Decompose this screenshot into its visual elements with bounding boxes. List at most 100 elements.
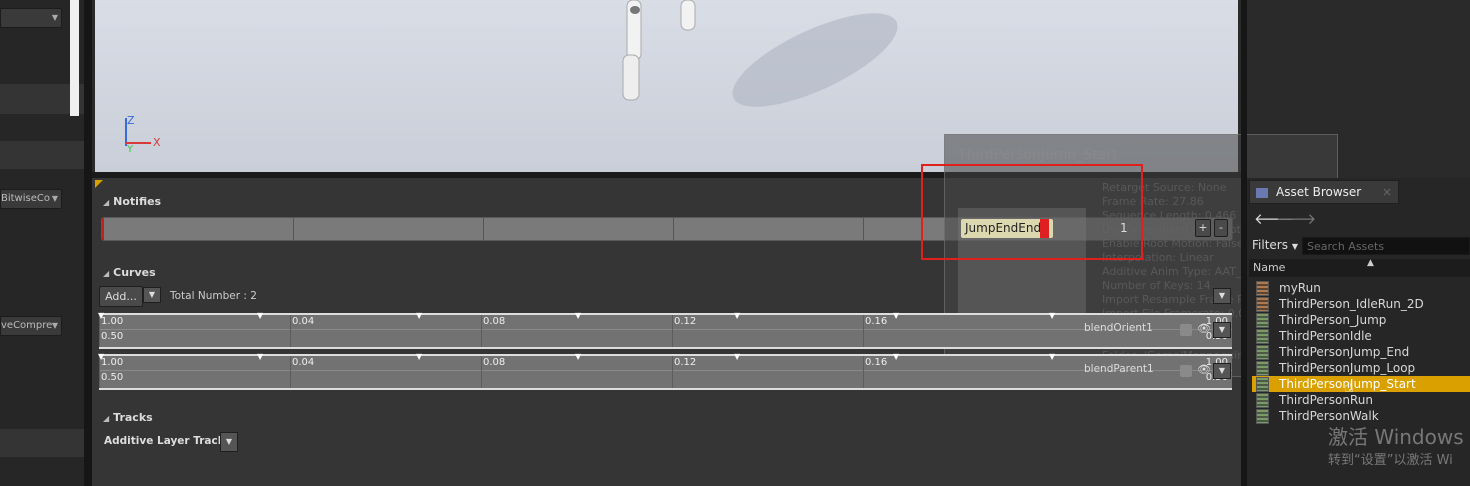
curve-gridline: [481, 315, 482, 347]
curve-graph[interactable]: 1.000.501.000.500.040.080.120.16▼▼▼▼▼▼▼: [98, 312, 1232, 349]
curve-key-marker[interactable]: ▼: [734, 312, 741, 320]
tooltip-detail-line: Additive Anim Type: AAT_N: [1102, 265, 1250, 278]
close-icon[interactable]: ×: [1382, 181, 1392, 203]
asset-name: ThirdPersonJump_End: [1279, 345, 1410, 359]
curve-tick-label: 0.12: [674, 357, 697, 368]
tab-label: Asset Browser: [1276, 185, 1362, 199]
tooltip-detail-line: Number of Keys: 14: [1102, 279, 1211, 292]
asset-list-item[interactable]: ThirdPerson_IdleRun_2D: [1252, 296, 1470, 312]
add-curve-dropdown[interactable]: ▼: [143, 287, 161, 303]
animation-asset-icon: [1256, 281, 1269, 296]
asset-list-item[interactable]: ThirdPersonRun: [1252, 392, 1470, 408]
chevron-down-icon: ▼: [1218, 325, 1226, 334]
curve-name-label: blendParent1: [1084, 363, 1154, 375]
chevron-down-icon: ▼: [1218, 366, 1226, 375]
details-combo-compression[interactable]: veCompre ▼: [0, 316, 62, 336]
add-curve-button[interactable]: Add...: [99, 286, 143, 307]
curve-value-label: 0.50: [101, 372, 124, 383]
curve-tick-label: 0.12: [674, 316, 697, 327]
curve-name-label: blendOrient1: [1084, 322, 1153, 334]
combo-value: BitwiseCo: [1, 193, 50, 204]
curve-options-dropdown[interactable]: ▼: [1213, 322, 1231, 338]
curve-key-marker[interactable]: ▼: [98, 353, 105, 361]
remove-track-button[interactable]: -: [1214, 219, 1228, 237]
forward-arrow-icon[interactable]: 🡒: [1276, 209, 1316, 228]
asset-list-item[interactable]: ThirdPersonJump_Loop: [1252, 360, 1470, 376]
curve-key-marker[interactable]: ▼: [893, 353, 900, 361]
curves-header[interactable]: ◢ Curves: [103, 266, 156, 279]
tooltip-title: ThirdPersonJump_Start: [958, 147, 1118, 163]
collapse-icon: ◢: [103, 414, 110, 423]
curve-gridline: [672, 356, 673, 388]
chevron-down-icon: ▼: [51, 194, 58, 203]
asset-name: ThirdPerson_IdleRun_2D: [1279, 297, 1424, 311]
axis-y-label: Y: [127, 144, 134, 155]
curve-key-marker[interactable]: ▼: [893, 312, 900, 320]
curve-key-marker[interactable]: ▼: [416, 312, 423, 320]
column-header-name[interactable]: Name ▲: [1249, 258, 1470, 277]
curve-key-marker[interactable]: ▼: [257, 312, 264, 320]
curve-key-marker[interactable]: ▼: [1049, 312, 1056, 320]
curve-gridline: [290, 315, 291, 347]
animation-asset-icon: [1256, 393, 1269, 408]
axis-z-label: Z: [127, 114, 135, 127]
chevron-down-icon: ▼: [51, 13, 58, 22]
highlight-box: [921, 164, 1143, 260]
collapse-icon: ◢: [103, 269, 110, 278]
panel-divider[interactable]: [84, 0, 92, 486]
notifies-header[interactable]: ◢ Notifies: [103, 195, 161, 208]
curve-key-marker[interactable]: ▼: [575, 353, 582, 361]
tooltip-detail-line: Import Resample Frame Rate: [1102, 293, 1263, 306]
details-row: [0, 141, 84, 169]
curve-gridline: [290, 356, 291, 388]
asset-name: ThirdPersonIdle: [1279, 329, 1372, 343]
sort-icon: ▲: [1367, 258, 1374, 268]
details-combo-bitwise[interactable]: BitwiseCo ▼: [0, 189, 62, 209]
track-tick: [293, 218, 294, 240]
visibility-eye-icon[interactable]: 👁: [1197, 363, 1211, 376]
add-track-button[interactable]: +: [1195, 219, 1211, 237]
curves-options-dropdown[interactable]: ▼: [1213, 288, 1231, 304]
details-scrollbar[interactable]: [70, 0, 79, 116]
curve-tick-label: 0.04: [292, 316, 315, 327]
curve-tick-label: 0.16: [865, 357, 888, 368]
asset-list-item[interactable]: ThirdPerson_Jump: [1252, 312, 1470, 328]
tab-asset-browser[interactable]: Asset Browser ×: [1249, 180, 1399, 204]
notifies-label: Notifies: [113, 195, 162, 208]
details-row: [0, 429, 84, 457]
chevron-down-icon: ▼: [51, 321, 58, 330]
corner-marker: [95, 180, 103, 188]
curve-tick-label: 0.08: [483, 357, 506, 368]
asset-list-item[interactable]: ThirdPersonJump_End: [1252, 344, 1470, 360]
curve-graph[interactable]: 1.000.501.000.500.040.080.120.16▼▼▼▼▼▼▼: [98, 353, 1232, 390]
curve-color-swatch[interactable]: [1180, 324, 1192, 336]
curve-key-marker[interactable]: ▼: [1049, 353, 1056, 361]
track-tick: [673, 218, 674, 240]
tracks-header[interactable]: ◢ Tracks: [103, 411, 153, 424]
activation-watermark: 激活 Windows: [1328, 425, 1464, 449]
axis-x-label: X: [153, 136, 161, 149]
search-assets-input[interactable]: Search Assets: [1302, 237, 1470, 255]
column-name-label: Name: [1253, 261, 1286, 274]
playhead[interactable]: [102, 218, 104, 240]
asset-list-item[interactable]: ThirdPersonIdle: [1252, 328, 1470, 344]
filters-button[interactable]: Filters ▼: [1252, 238, 1298, 252]
asset-list-item[interactable]: myRun: [1252, 280, 1470, 296]
chevron-down-icon: ▼: [1291, 242, 1298, 251]
curve-options-dropdown[interactable]: ▼: [1213, 363, 1231, 379]
details-combo[interactable]: ▼: [0, 8, 62, 28]
chevron-down-icon: ▼: [1218, 291, 1226, 300]
curve-key-marker[interactable]: ▼: [575, 312, 582, 320]
curve-key-marker[interactable]: ▼: [416, 353, 423, 361]
visibility-eye-icon[interactable]: 👁: [1197, 322, 1211, 335]
curve-key-marker[interactable]: ▼: [98, 312, 105, 320]
additive-tracks-dropdown[interactable]: ▼: [220, 432, 238, 452]
curve-key-marker[interactable]: ▼: [734, 353, 741, 361]
asset-list-item[interactable]: ThirdPersonJump_Start: [1252, 376, 1470, 392]
curve-color-swatch[interactable]: [1180, 365, 1192, 377]
curves-label: Curves: [113, 266, 156, 279]
curve-key-marker[interactable]: ▼: [257, 353, 264, 361]
track-tick: [863, 218, 864, 240]
activation-watermark-sub: 转到“设置”以激活 Wi: [1328, 453, 1453, 468]
animation-asset-icon: [1256, 377, 1269, 392]
